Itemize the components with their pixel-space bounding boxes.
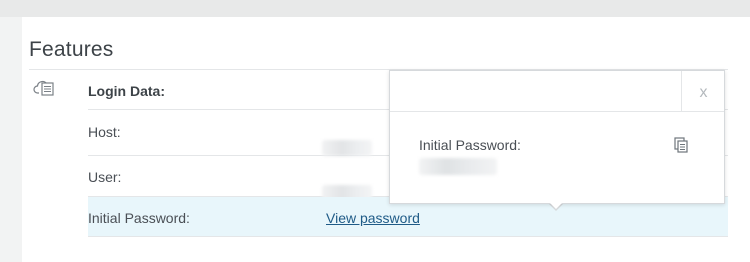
initial-password-label: Initial Password:	[88, 210, 190, 226]
copy-icon[interactable]	[674, 137, 688, 153]
host-value-redacted	[322, 140, 372, 156]
login-data-label: Login Data:	[88, 83, 165, 99]
user-label: User:	[88, 169, 122, 185]
close-button[interactable]: x	[681, 71, 725, 111]
section-title: Features	[29, 38, 114, 61]
popover-arrow-fill	[547, 200, 565, 209]
view-password-link[interactable]: View password	[326, 210, 420, 226]
password-value-redacted	[419, 158, 497, 175]
popover-header: x	[390, 71, 724, 112]
top-bar	[0, 0, 750, 17]
password-popover: x Initial Password:	[389, 70, 725, 204]
host-label: Host:	[88, 124, 121, 140]
popover-password-label: Initial Password:	[419, 137, 521, 153]
cloud-server-icon	[33, 80, 54, 96]
